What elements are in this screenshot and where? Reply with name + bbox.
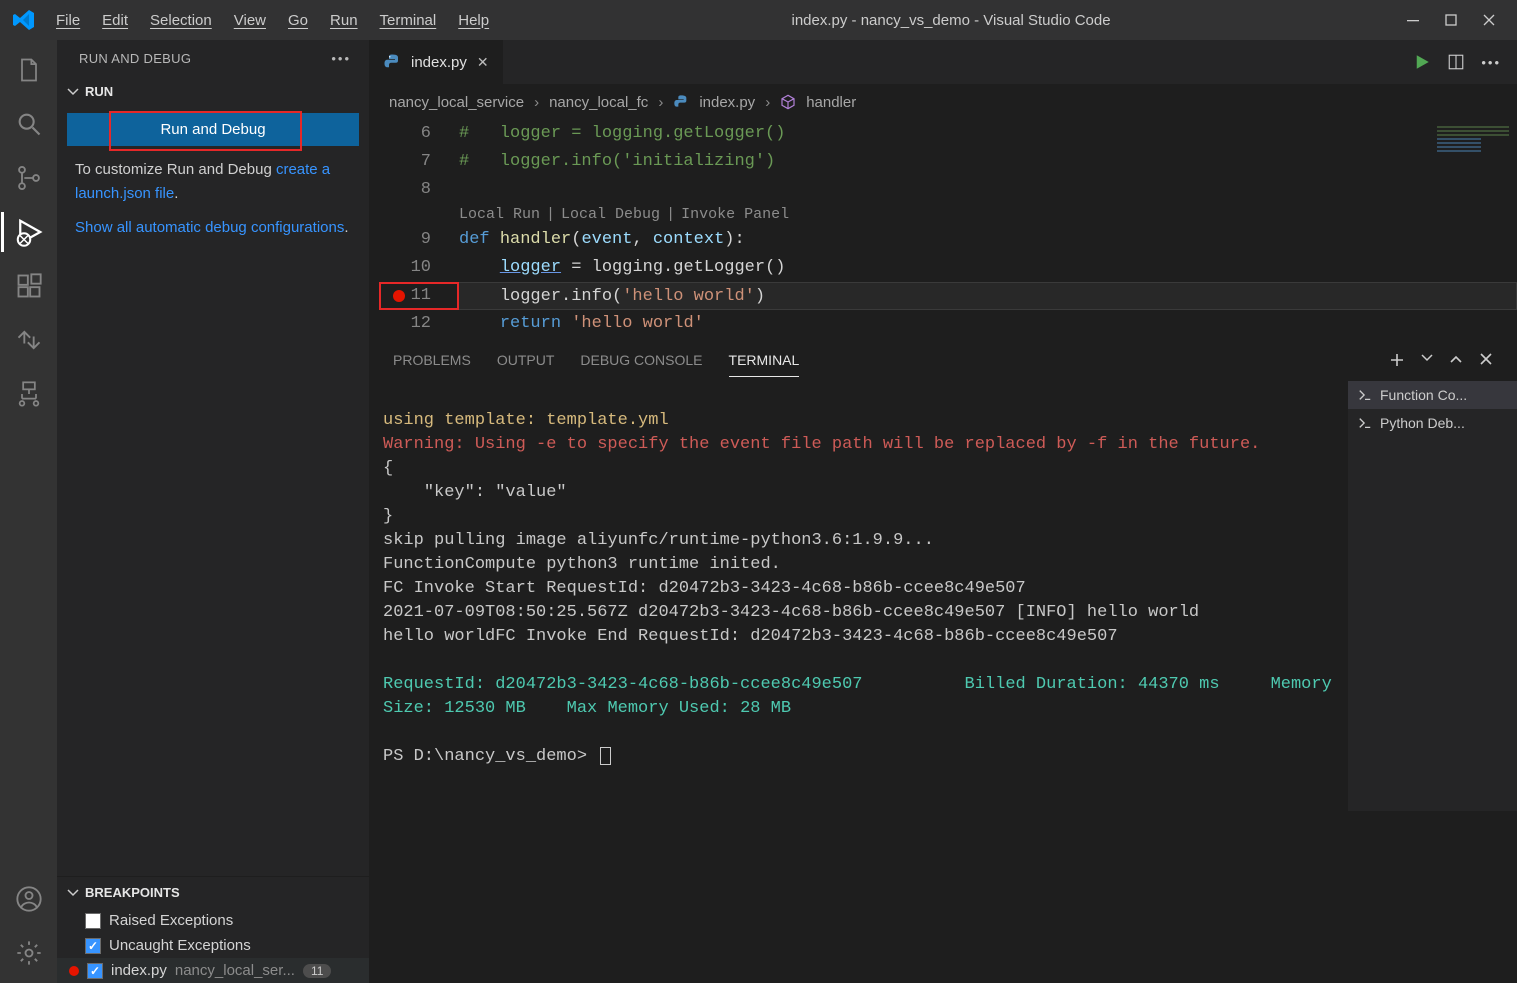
- activity-source-control[interactable]: [13, 162, 45, 194]
- activity-bar: [0, 40, 57, 983]
- python-file-icon: [383, 53, 401, 71]
- python-file-icon: [673, 94, 689, 110]
- panel-tab-problems[interactable]: PROBLEMS: [393, 344, 471, 376]
- terminal-output[interactable]: using template: template.yml Warning: Us…: [369, 381, 1347, 811]
- editor-area: index.py ✕ ••• nancy_local_service› nanc…: [369, 40, 1517, 983]
- window-controls: [1403, 10, 1499, 30]
- maximize-button[interactable]: [1441, 10, 1461, 30]
- close-button[interactable]: [1479, 10, 1499, 30]
- terminal-item-function-compute[interactable]: Function Co...: [1348, 381, 1517, 409]
- highlight-box: [379, 282, 459, 310]
- run-section-header[interactable]: RUN: [57, 76, 369, 107]
- breadcrumb[interactable]: nancy_local_service› nancy_local_fc› ind…: [369, 84, 1517, 120]
- menu-file[interactable]: File: [46, 8, 90, 33]
- checkbox-checked-icon[interactable]: ✓: [87, 963, 103, 979]
- tab-index-py[interactable]: index.py ✕: [369, 40, 503, 84]
- panel-tabs: PROBLEMS OUTPUT DEBUG CONSOLE TERMINAL: [369, 339, 1517, 381]
- menu-view[interactable]: View: [224, 8, 276, 33]
- checkbox-icon[interactable]: [85, 913, 101, 929]
- activity-remote[interactable]: [13, 324, 45, 356]
- breakpoints-header[interactable]: BREAKPOINTS: [57, 877, 369, 908]
- gutter[interactable]: 6 7 8 9 10 11 12: [369, 120, 459, 338]
- menu-run[interactable]: Run: [320, 8, 368, 33]
- breakpoint-uncaught-exceptions[interactable]: ✓ Uncaught Exceptions: [57, 933, 369, 958]
- code-editor[interactable]: 6 7 8 9 10 11 12 # logger = logging.getL…: [369, 120, 1517, 338]
- terminal-icon: [1358, 416, 1372, 430]
- window-title: index.py - nancy_vs_demo - Visual Studio…: [499, 12, 1403, 29]
- more-icon[interactable]: •••: [331, 51, 351, 66]
- new-terminal-button[interactable]: [1389, 352, 1405, 368]
- line-badge: 11: [303, 964, 331, 978]
- terminal-item-python-debug[interactable]: Python Deb...: [1348, 409, 1517, 437]
- minimize-button[interactable]: [1403, 10, 1423, 30]
- sidebar-title: RUN AND DEBUG •••: [57, 40, 369, 76]
- menu-edit[interactable]: Edit: [92, 8, 138, 33]
- panel-tab-debug-console[interactable]: DEBUG CONSOLE: [580, 344, 702, 376]
- checkbox-checked-icon[interactable]: ✓: [85, 938, 101, 954]
- show-all-configs-link[interactable]: Show all automatic debug configurations: [75, 219, 344, 236]
- terminal-icon: [1358, 388, 1372, 402]
- panel-tab-output[interactable]: OUTPUT: [497, 344, 555, 376]
- titlebar: File Edit Selection View Go Run Terminal…: [0, 0, 1517, 40]
- activity-run-debug[interactable]: [13, 216, 45, 248]
- activity-settings[interactable]: [13, 937, 45, 969]
- chevron-down-icon: [67, 887, 79, 899]
- activity-extensions[interactable]: [13, 270, 45, 302]
- editor-tabs: index.py ✕ •••: [369, 40, 1517, 84]
- cursor: [600, 747, 611, 765]
- activity-accounts[interactable]: [13, 883, 45, 915]
- menu-bar: File Edit Selection View Go Run Terminal…: [46, 8, 499, 33]
- breakpoint-raised-exceptions[interactable]: Raised Exceptions: [57, 908, 369, 933]
- symbol-icon: [780, 94, 796, 110]
- activity-search[interactable]: [13, 108, 45, 140]
- more-icon[interactable]: •••: [1481, 55, 1501, 70]
- menu-terminal[interactable]: Terminal: [370, 8, 447, 33]
- activity-aliyun[interactable]: [13, 378, 45, 410]
- maximize-panel-button[interactable]: [1449, 352, 1463, 368]
- split-editor-button[interactable]: [1447, 53, 1465, 71]
- close-panel-button[interactable]: [1479, 352, 1493, 368]
- vscode-logo-icon: [12, 8, 36, 32]
- run-and-debug-button[interactable]: Run and Debug: [67, 113, 359, 146]
- menu-go[interactable]: Go: [278, 8, 318, 33]
- customize-hint: To customize Run and Debug create a laun…: [57, 156, 369, 214]
- activity-explorer[interactable]: [13, 54, 45, 86]
- menu-selection[interactable]: Selection: [140, 8, 222, 33]
- breakpoint-file-row[interactable]: ✓ index.py nancy_local_ser... 11: [57, 958, 369, 983]
- run-file-button[interactable]: [1413, 53, 1431, 71]
- close-icon[interactable]: ✕: [477, 54, 489, 71]
- sidebar: RUN AND DEBUG ••• RUN Run and Debug To c…: [57, 40, 369, 983]
- chevron-down-icon: [67, 86, 79, 98]
- minimap[interactable]: [1433, 124, 1513, 164]
- panel: PROBLEMS OUTPUT DEBUG CONSOLE TERMINAL u…: [369, 338, 1517, 811]
- panel-tab-terminal[interactable]: TERMINAL: [729, 344, 800, 377]
- codelens[interactable]: Local Run| Local Debug| Invoke Panel: [459, 204, 1517, 226]
- terminal-list: Function Co... Python Deb...: [1347, 381, 1517, 811]
- breakpoint-dot-icon: [69, 966, 79, 976]
- dropdown-icon[interactable]: [1421, 352, 1433, 368]
- menu-help[interactable]: Help: [448, 8, 499, 33]
